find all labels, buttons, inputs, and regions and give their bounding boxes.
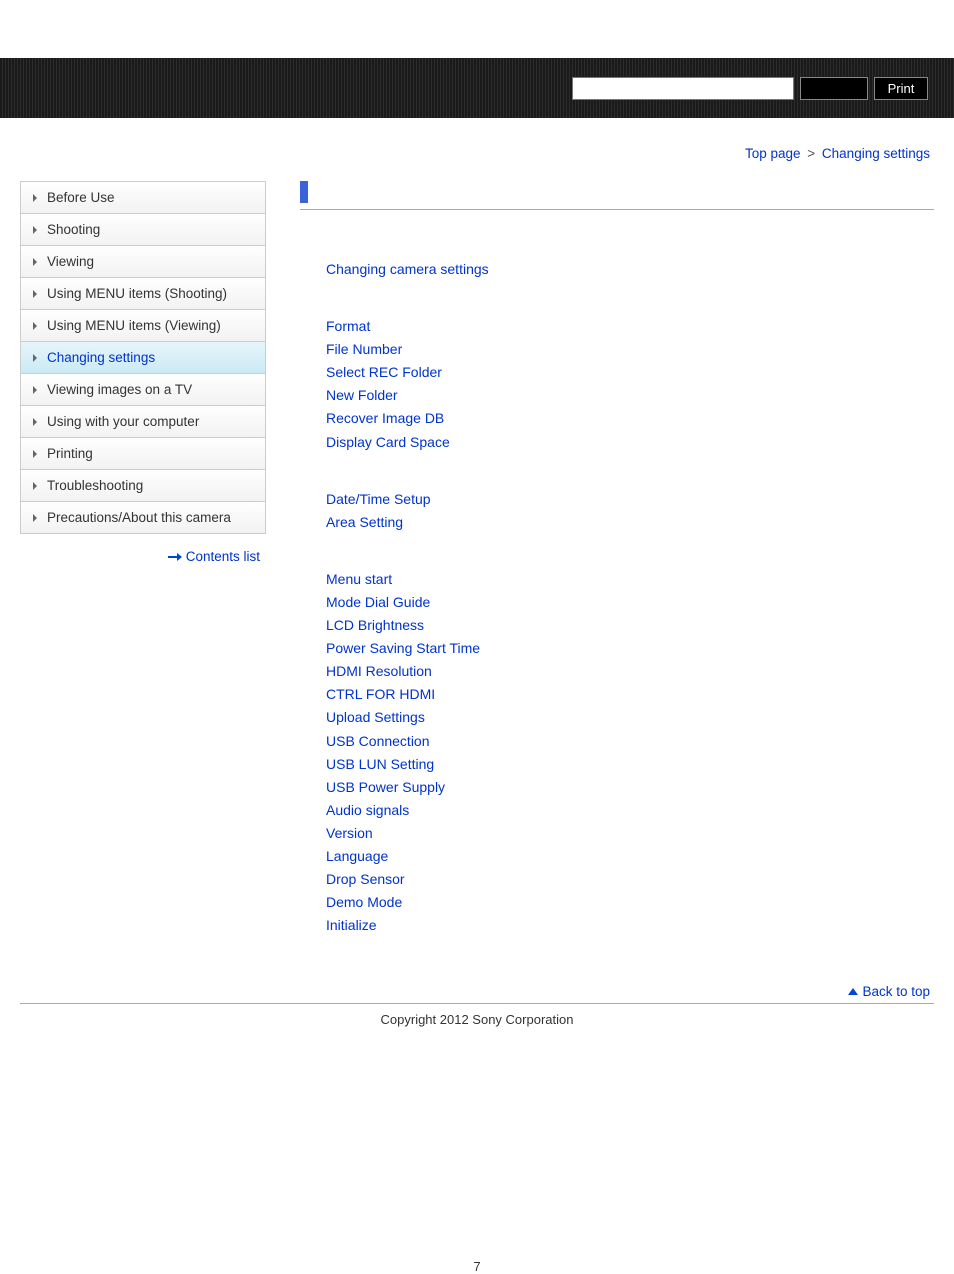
caret-right-icon	[33, 450, 37, 458]
sidebar-item[interactable]: Using MENU items (Shooting)	[21, 278, 265, 310]
content-body: Changing camera settings FormatFile Numbe…	[300, 258, 934, 937]
sidebar-item-link[interactable]: Before Use	[21, 182, 265, 213]
sidebar-item-label: Viewing images on a TV	[47, 382, 192, 397]
sidebar-item-link[interactable]: Changing settings	[21, 342, 265, 373]
content-link[interactable]: HDMI Resolution	[326, 660, 934, 683]
back-to-top-link[interactable]: Back to top	[862, 984, 930, 999]
sidebar-item-label: Changing settings	[47, 350, 155, 365]
breadcrumb-current-link[interactable]: Changing settings	[822, 146, 930, 161]
content-link[interactable]: New Folder	[326, 384, 934, 407]
sidebar-item[interactable]: Viewing images on a TV	[21, 374, 265, 406]
content-link[interactable]: USB Power Supply	[326, 776, 934, 799]
caret-right-icon	[33, 322, 37, 330]
breadcrumb-top-link[interactable]: Top page	[745, 146, 801, 161]
content-link[interactable]: Display Card Space	[326, 431, 934, 454]
sidebar-item[interactable]: Troubleshooting	[21, 470, 265, 502]
sidebar-item[interactable]: Using with your computer	[21, 406, 265, 438]
sidebar-item-label: Before Use	[47, 190, 115, 205]
page-number: 7	[0, 1259, 954, 1274]
sidebar-item-label: Printing	[47, 446, 93, 461]
sidebar-item[interactable]: Changing settings	[21, 342, 265, 374]
search-button[interactable]	[800, 77, 868, 100]
sidebar-item-link[interactable]: Troubleshooting	[21, 470, 265, 501]
sidebar-item-link[interactable]: Using MENU items (Shooting)	[21, 278, 265, 309]
sidebar-item-label: Precautions/About this camera	[47, 510, 231, 525]
content-link[interactable]: Mode Dial Guide	[326, 591, 934, 614]
content-link[interactable]: Initialize	[326, 914, 934, 937]
sidebar-item[interactable]: Precautions/About this camera	[21, 502, 265, 534]
content-link[interactable]: Upload Settings	[326, 706, 934, 729]
content-link[interactable]: Version	[326, 822, 934, 845]
content-link[interactable]: Power Saving Start Time	[326, 637, 934, 660]
sidebar-item-label: Viewing	[47, 254, 94, 269]
print-button[interactable]: Print	[874, 77, 928, 100]
header-band: Print	[0, 58, 954, 118]
breadcrumb-separator: >	[804, 146, 818, 161]
sidebar-item[interactable]: Printing	[21, 438, 265, 470]
sidebar-item-link[interactable]: Viewing images on a TV	[21, 374, 265, 405]
sidebar-item-label: Shooting	[47, 222, 100, 237]
caret-right-icon	[33, 290, 37, 298]
link-group: FormatFile NumberSelect REC FolderNew Fo…	[326, 315, 934, 454]
content-link[interactable]: USB LUN Setting	[326, 753, 934, 776]
content-link[interactable]: USB Connection	[326, 730, 934, 753]
sidebar-item-label: Troubleshooting	[47, 478, 143, 493]
sidebar-item-link[interactable]: Printing	[21, 438, 265, 469]
group-heading-link[interactable]: Changing camera settings	[326, 258, 934, 281]
link-group: Date/Time SetupArea Setting	[326, 488, 934, 534]
sidebar-item-link[interactable]: Using with your computer	[21, 406, 265, 437]
content-link[interactable]: Recover Image DB	[326, 407, 934, 430]
sidebar-item-label: Using MENU items (Viewing)	[47, 318, 221, 333]
sidebar-item-label: Using with your computer	[47, 414, 199, 429]
contents-list-link[interactable]: Contents list	[186, 549, 260, 564]
content-link[interactable]: CTRL FOR HDMI	[326, 683, 934, 706]
content-link[interactable]: LCD Brightness	[326, 614, 934, 637]
up-triangle-icon	[848, 988, 858, 995]
content-link[interactable]: File Number	[326, 338, 934, 361]
caret-right-icon	[33, 418, 37, 426]
content-link[interactable]: Drop Sensor	[326, 868, 934, 891]
sidebar-item-link[interactable]: Shooting	[21, 214, 265, 245]
content-link[interactable]: Area Setting	[326, 511, 934, 534]
sidebar-item-label: Using MENU items (Shooting)	[47, 286, 227, 301]
content-link[interactable]: Select REC Folder	[326, 361, 934, 384]
sidebar-item[interactable]: Viewing	[21, 246, 265, 278]
main-content: Changing camera settings FormatFile Numbe…	[266, 181, 934, 971]
back-to-top-wrap: Back to top	[0, 971, 954, 1003]
content-link[interactable]: Format	[326, 315, 934, 338]
sidebar-item[interactable]: Shooting	[21, 214, 265, 246]
breadcrumb: Top page > Changing settings	[0, 118, 954, 161]
contents-list-wrap: Contents list	[20, 534, 266, 564]
content-link[interactable]: Demo Mode	[326, 891, 934, 914]
content-link[interactable]: Date/Time Setup	[326, 488, 934, 511]
caret-right-icon	[33, 194, 37, 202]
sidebar-item-link[interactable]: Precautions/About this camera	[21, 502, 265, 533]
search-input[interactable]	[572, 77, 794, 100]
sidebar-item[interactable]: Before Use	[21, 182, 265, 214]
caret-right-icon	[33, 258, 37, 266]
title-mark-icon	[300, 181, 308, 203]
sidebar-nav: Before Use Shooting Viewing Using MENU item…	[20, 181, 266, 534]
caret-right-icon	[33, 354, 37, 362]
copyright-text: Copyright 2012 Sony Corporation	[0, 1004, 954, 1027]
link-group: Menu startMode Dial GuideLCD BrightnessP…	[326, 568, 934, 938]
sidebar: Before Use Shooting Viewing Using MENU item…	[20, 181, 266, 971]
arrow-right-icon	[168, 553, 182, 561]
caret-right-icon	[33, 514, 37, 522]
link-group: Changing camera settings	[326, 258, 934, 281]
caret-right-icon	[33, 226, 37, 234]
content-link[interactable]: Audio signals	[326, 799, 934, 822]
sidebar-item-link[interactable]: Using MENU items (Viewing)	[21, 310, 265, 341]
title-bar	[300, 181, 934, 210]
caret-right-icon	[33, 386, 37, 394]
content-link[interactable]: Language	[326, 845, 934, 868]
content-link[interactable]: Menu start	[326, 568, 934, 591]
sidebar-item-link[interactable]: Viewing	[21, 246, 265, 277]
sidebar-item[interactable]: Using MENU items (Viewing)	[21, 310, 265, 342]
caret-right-icon	[33, 482, 37, 490]
